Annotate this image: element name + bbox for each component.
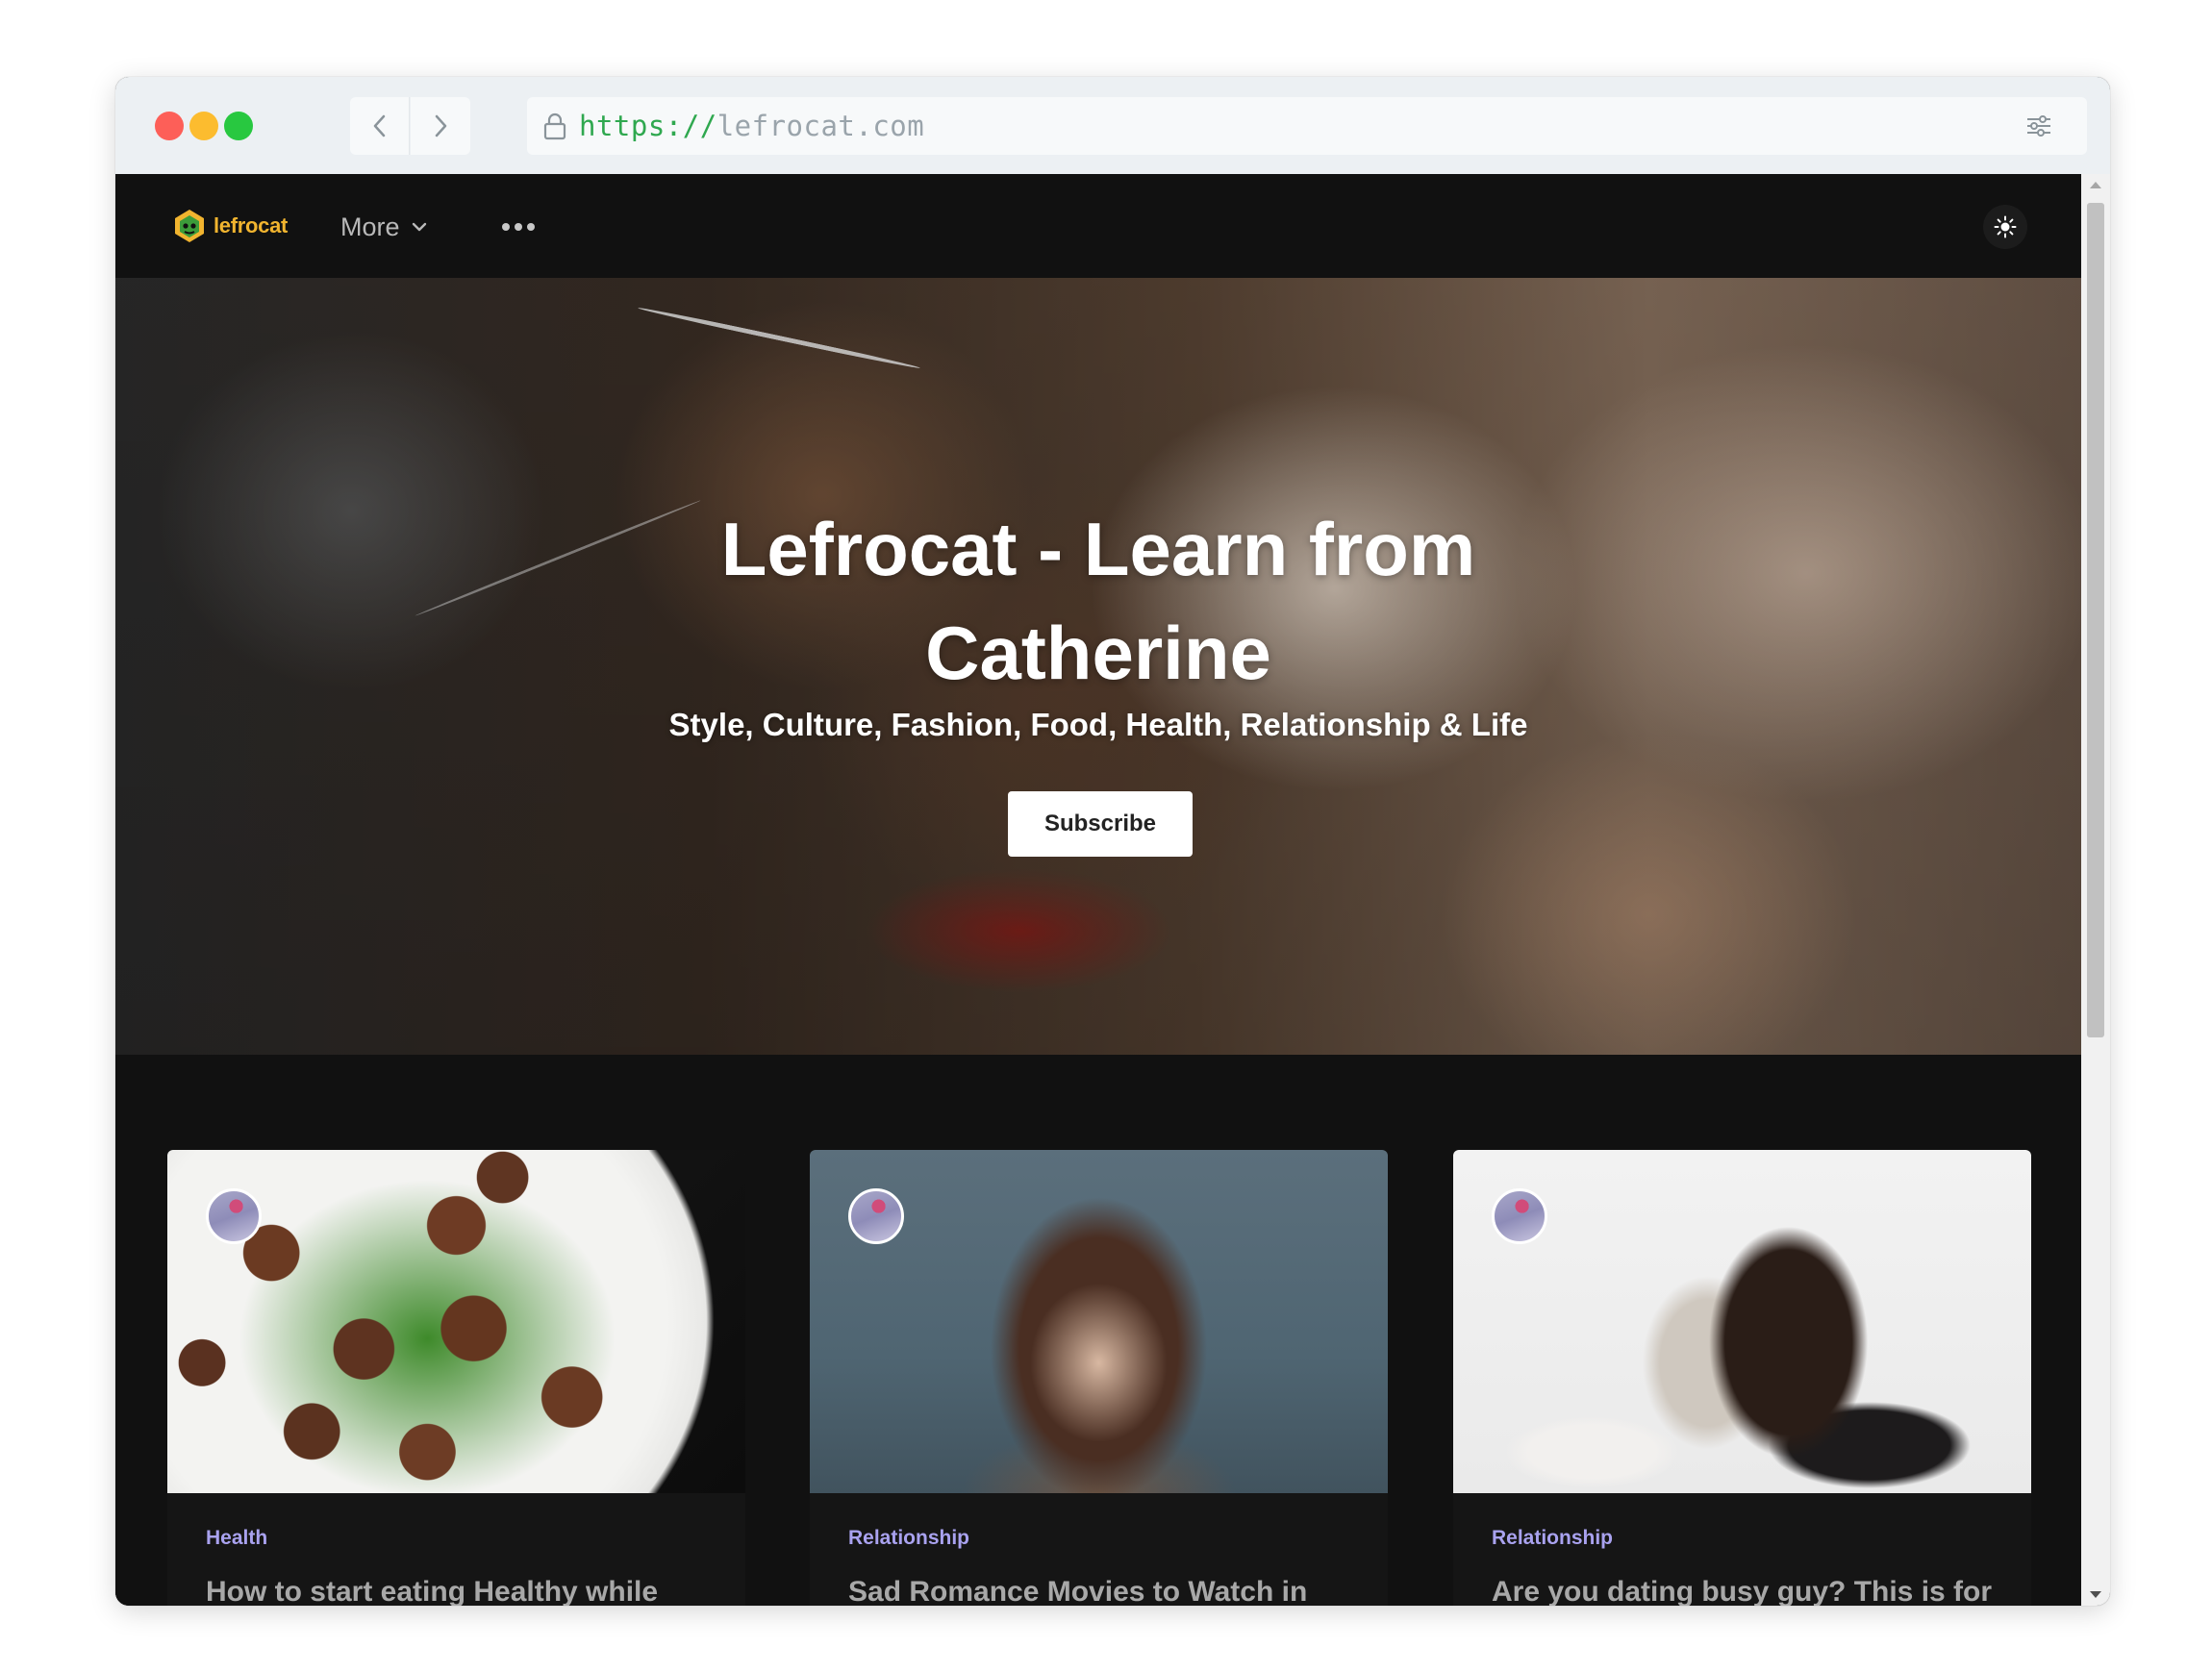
hero-content: Lefrocat - Learn from Catherine Style, C… [115, 278, 2081, 1055]
maximize-window-button[interactable] [224, 112, 253, 140]
author-avatar[interactable] [1492, 1188, 1547, 1244]
scroll-up-arrow-icon[interactable] [2090, 182, 2101, 188]
post-category[interactable]: Health [206, 1527, 267, 1550]
post-title[interactable]: Are you dating busy guy? This is for [1492, 1573, 2011, 1606]
post-card[interactable]: Relationship Are you dating busy guy? Th… [1453, 1150, 2031, 1606]
nav-more-menu[interactable]: More [340, 207, 427, 247]
vertical-scrollbar[interactable] [2081, 174, 2110, 1606]
url-host: lefrocat.com [716, 110, 925, 142]
author-avatar[interactable] [206, 1188, 262, 1244]
hero-banner: Lefrocat - Learn from Catherine Style, C… [115, 278, 2081, 1055]
site-logo[interactable]: lefrocat [171, 207, 288, 245]
chevron-down-icon [412, 222, 426, 232]
author-avatar[interactable] [848, 1188, 904, 1244]
chevron-right-icon [435, 114, 447, 137]
post-card[interactable]: Health How to start eating Healthy while [167, 1150, 745, 1606]
url-scheme: https:// [579, 110, 717, 142]
post-grid: Health How to start eating Healthy while… [115, 1055, 2081, 1606]
sun-icon [1994, 215, 2017, 238]
browser-titlebar: https://lefrocat.com [115, 77, 2110, 174]
logo-icon [175, 210, 204, 242]
lock-icon [542, 112, 567, 140]
chevron-left-icon [373, 114, 385, 137]
scrollbar-thumb[interactable] [2087, 203, 2104, 1037]
post-card[interactable]: Relationship Sad Romance Movies to Watch… [810, 1150, 1388, 1606]
page-viewport: lefrocat More Lefrocat - Learn from Cath… [115, 174, 2081, 1606]
theme-toggle-button[interactable] [1983, 205, 2027, 249]
sliders-icon [2027, 115, 2050, 137]
address-bar[interactable]: https://lefrocat.com [527, 97, 2087, 155]
nav-more-label: More [340, 212, 400, 241]
nav-overflow-button[interactable] [502, 207, 535, 247]
browser-window: https://lefrocat.com lefrocat More Lefro… [115, 77, 2110, 1606]
browser-settings-button[interactable] [2010, 97, 2068, 155]
back-button[interactable] [350, 97, 410, 155]
dot-icon [527, 223, 535, 231]
hero-subtitle: Style, Culture, Fashion, Food, Health, R… [668, 707, 1528, 742]
dot-icon [502, 223, 510, 231]
post-title[interactable]: Sad Romance Movies to Watch in [848, 1573, 1368, 1606]
subscribe-button[interactable]: Subscribe [1008, 791, 1193, 857]
post-category[interactable]: Relationship [1492, 1527, 1613, 1550]
logo-text: lefrocat [214, 213, 289, 237]
scroll-down-arrow-icon[interactable] [2090, 1591, 2101, 1598]
hero-title: Lefrocat - Learn from Catherine [115, 497, 2081, 705]
minimize-window-button[interactable] [189, 112, 218, 140]
dot-icon [515, 223, 522, 231]
post-category[interactable]: Relationship [848, 1527, 969, 1550]
forward-button[interactable] [411, 97, 470, 155]
post-title[interactable]: How to start eating Healthy while [206, 1573, 725, 1606]
site-header: lefrocat More [115, 174, 2081, 278]
hero-title-text: Lefrocat - Learn from Catherine [720, 507, 1476, 695]
close-window-button[interactable] [155, 112, 184, 140]
